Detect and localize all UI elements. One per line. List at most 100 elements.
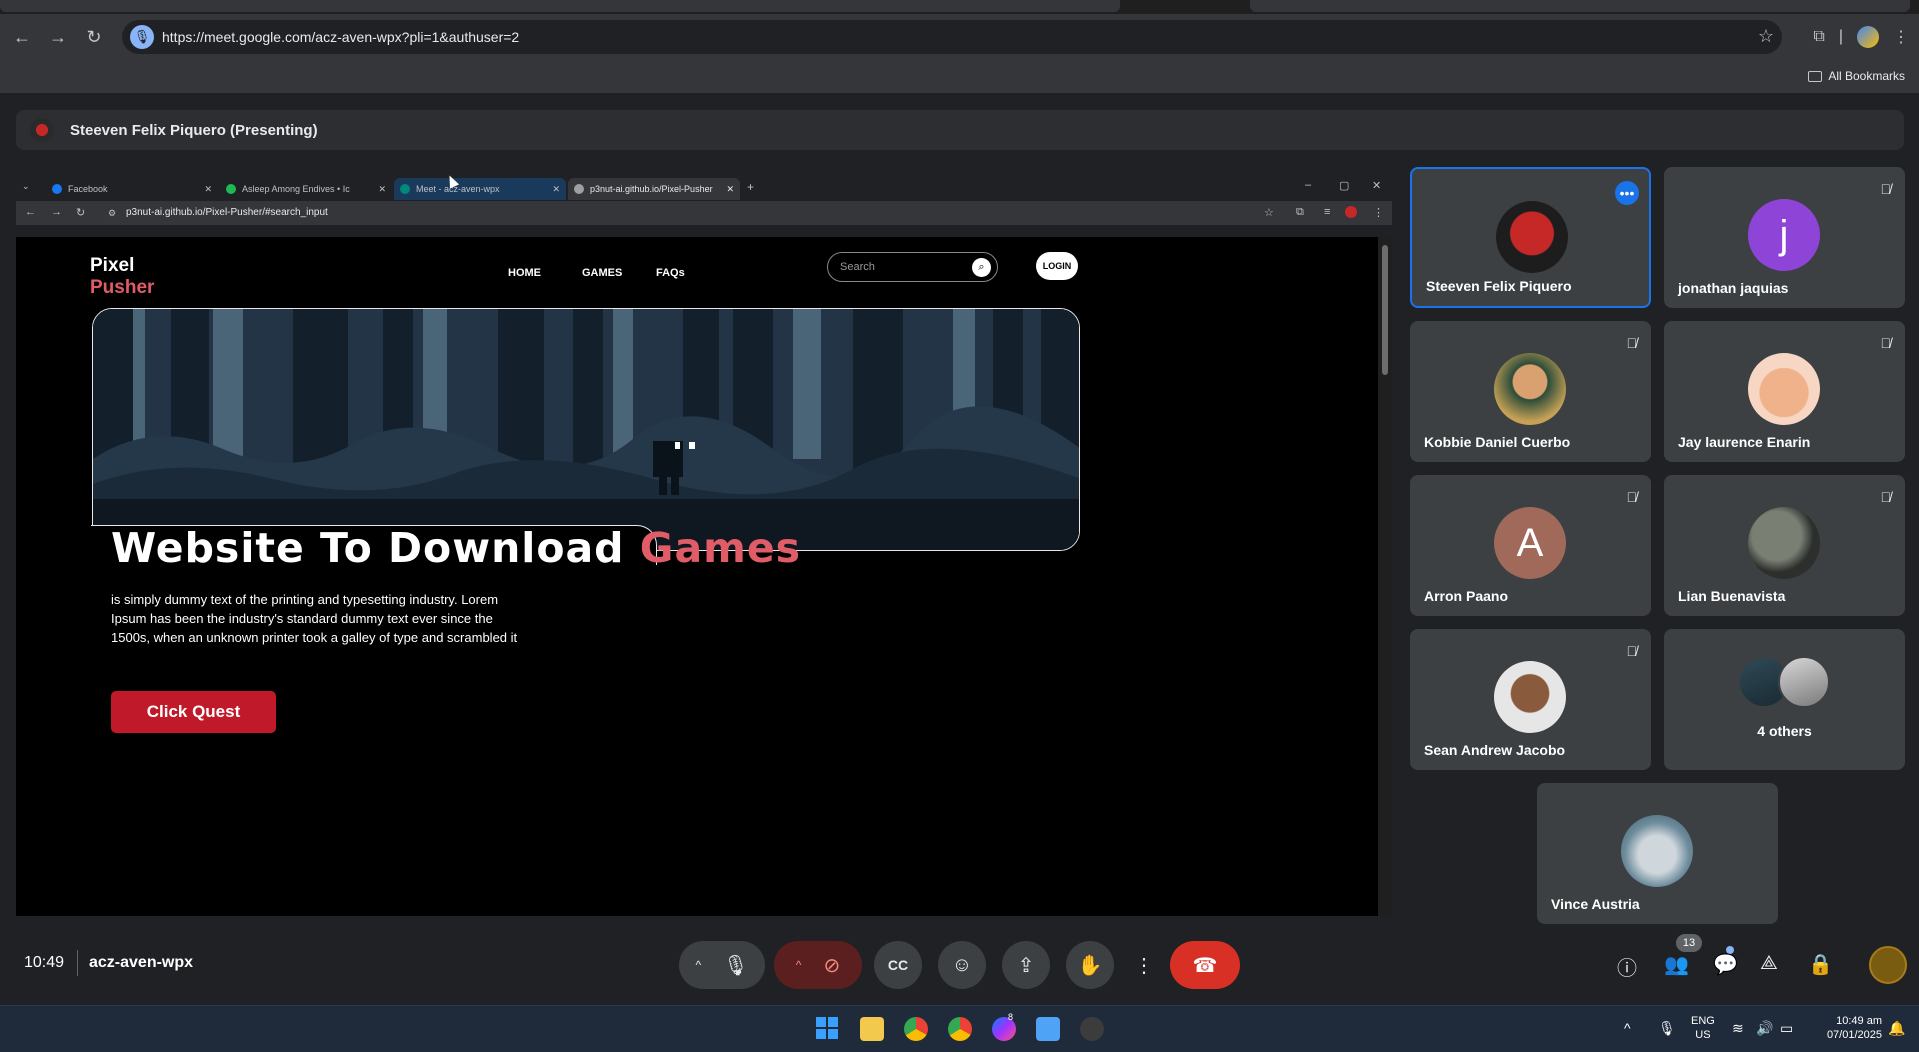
- self-avatar[interactable]: [1869, 946, 1907, 984]
- microphone-icon[interactable]: 🎙: [1658, 1020, 1676, 1037]
- captions-button[interactable]: CC: [874, 941, 922, 989]
- participant-tile-kobbie[interactable]: 🎙̸ Kobbie Daniel Cuerbo: [1410, 321, 1651, 462]
- chrome-profile-icon[interactable]: [948, 1017, 972, 1041]
- bookmark-star-icon[interactable]: ☆: [1758, 26, 1774, 47]
- host-controls-icon[interactable]: 🔒: [1808, 952, 1833, 977]
- emoji-button[interactable]: ☺: [938, 941, 986, 989]
- reload-icon[interactable]: ↻: [76, 19, 112, 55]
- profile-avatar: [1345, 206, 1357, 218]
- meet-icon: [400, 184, 410, 194]
- taskbar-date: 07/01/2025: [1826, 1029, 1882, 1041]
- camera-options-icon[interactable]: ^: [796, 958, 802, 972]
- close-icon: ✕: [204, 183, 212, 194]
- forest-scene: [93, 309, 1079, 550]
- forward-icon[interactable]: →: [40, 19, 76, 55]
- participant-tile-jay[interactable]: 🎙̸ Jay laurence Enarin: [1664, 321, 1905, 462]
- browser-tabstrip: [0, 0, 1919, 14]
- people-icon[interactable]: 👥: [1664, 952, 1689, 977]
- profile-avatar[interactable]: [1857, 26, 1879, 48]
- login-button: LOGIN: [1036, 252, 1078, 280]
- camera-off-icon[interactable]: ⊘: [823, 953, 840, 978]
- logo-line2: Pusher: [90, 277, 155, 298]
- mic-off-icon: 🎙̸: [1626, 335, 1638, 351]
- participant-name: Sean Andrew Jacobo: [1424, 742, 1566, 758]
- nav-faqs: FAQs: [656, 267, 685, 279]
- minimize-icon: –: [1305, 179, 1312, 191]
- site-info-icon: ⚙: [108, 208, 117, 218]
- participant-tile-jonathan[interactable]: j 🎙̸ jonathan jaquias: [1664, 167, 1905, 308]
- all-bookmarks-button[interactable]: All Bookmarks: [1808, 69, 1905, 83]
- mic-options-icon[interactable]: ^: [695, 958, 701, 972]
- participant-name: Kobbie Daniel Cuerbo: [1424, 434, 1571, 450]
- browser-menu-icon: ⋮: [1373, 207, 1384, 219]
- presenter-avatar: [30, 118, 54, 142]
- language-indicator[interactable]: ENG US: [1691, 1014, 1715, 1042]
- shared-tab-pixel-pusher: p3nut-ai.github.io/Pixel-Pusher ✕: [568, 178, 740, 200]
- participant-name: Lian Buenavista: [1678, 588, 1786, 604]
- microphone-icon[interactable]: 🎙: [130, 25, 154, 49]
- omnibox-url[interactable]: https://meet.google.com/acz-aven-wpx?pli…: [162, 29, 519, 45]
- show-hidden-icons-icon[interactable]: ^: [1624, 1020, 1631, 1036]
- others-avatars: [1738, 656, 1834, 708]
- shared-tab-meet: Meet - acz-aven-wpx ✕: [394, 178, 566, 200]
- shared-url: p3nut-ai.github.io/Pixel-Pusher/#search_…: [126, 207, 328, 218]
- avatar: [1778, 656, 1830, 708]
- participant-tile-arron[interactable]: A 🎙̸ Arron Paano: [1410, 475, 1651, 616]
- participant-name: Arron Paano: [1424, 588, 1509, 604]
- participant-tile-others[interactable]: 4 others: [1664, 629, 1905, 770]
- mic-off-icon: 🎙̸: [1626, 643, 1638, 659]
- avatar: [1621, 815, 1693, 887]
- chat-icon[interactable]: 💬: [1713, 952, 1738, 977]
- browser-tab-area-right[interactable]: [1250, 0, 1910, 12]
- present-screen-icon: ⇪: [1017, 954, 1035, 977]
- tab-search-icon: ⌄: [22, 181, 30, 191]
- present-button[interactable]: ⇪: [1002, 941, 1050, 989]
- extensions-icon: ⧉: [1296, 206, 1304, 218]
- more-options-button[interactable]: ⋮: [1130, 941, 1158, 989]
- notepad-icon[interactable]: [1036, 1017, 1060, 1041]
- shared-tab-facebook: Facebook ✕: [46, 178, 218, 200]
- avatar: j: [1748, 199, 1820, 271]
- participant-tile-sean[interactable]: 🎙̸ Sean Andrew Jacobo: [1410, 629, 1651, 770]
- bookmarks-bar: All Bookmarks: [0, 60, 1919, 94]
- shared-tab-spotify: Asleep Among Endives • Ic ✕: [220, 178, 392, 200]
- close-icon: ✕: [378, 183, 386, 194]
- leave-call-button[interactable]: ☎: [1170, 941, 1240, 989]
- separator-icon: |: [1838, 28, 1843, 45]
- notifications-icon[interactable]: 🔔: [1888, 1020, 1905, 1037]
- battery-icon[interactable]: ▭: [1780, 1020, 1793, 1037]
- raise-hand-button[interactable]: ✋: [1066, 941, 1114, 989]
- file-explorer-icon[interactable]: [860, 1017, 884, 1041]
- shared-scrollbar: [1378, 237, 1392, 916]
- wifi-icon[interactable]: ≋: [1732, 1020, 1744, 1037]
- participant-tile-steeven[interactable]: ••• Steeven Felix Piquero: [1410, 167, 1651, 308]
- all-bookmarks-label: All Bookmarks: [1828, 69, 1905, 83]
- avatar: A: [1494, 507, 1566, 579]
- browser-menu-icon[interactable]: ⋮: [1893, 27, 1909, 47]
- presenting-title: Steeven Felix Piquero (Presenting): [70, 121, 318, 139]
- address-bar-row: ← → ↻ 🎙 https://meet.google.com/acz-aven…: [0, 14, 1919, 60]
- avatar: [1494, 661, 1566, 733]
- browser-tab-area[interactable]: [0, 0, 1120, 12]
- avatar: [1494, 353, 1566, 425]
- back-icon[interactable]: ←: [4, 19, 40, 55]
- taskbar-clock[interactable]: 10:49 am 07/01/2025: [1816, 1014, 1882, 1042]
- pixel-pusher-site: Pixel Pusher HOME GAMES FAQs Search ⌕ LO…: [16, 237, 1378, 916]
- presenting-bar: Steeven Felix Piquero (Presenting): [16, 110, 1904, 150]
- meeting-info-icon[interactable]: ⓘ: [1617, 952, 1637, 981]
- omnibox[interactable]: 🎙 https://meet.google.com/acz-aven-wpx?p…: [122, 20, 1782, 54]
- shared-tab-label: Asleep Among Endives • Ic: [242, 184, 350, 194]
- windows-start-icon[interactable]: [816, 1017, 840, 1041]
- activities-icon[interactable]: ⟁: [1760, 952, 1778, 975]
- participant-tile-lian[interactable]: 🎙̸ Lian Buenavista: [1664, 475, 1905, 616]
- extensions-icon[interactable]: ⧉: [1813, 28, 1824, 46]
- obs-icon[interactable]: [1080, 1017, 1104, 1041]
- globe-icon: [574, 184, 584, 194]
- chrome-icon[interactable]: [904, 1017, 928, 1041]
- shared-tab-label: Meet - acz-aven-wpx: [416, 184, 500, 194]
- participant-tile-vince[interactable]: Vince Austria: [1537, 783, 1778, 924]
- search-icon: ⌕: [972, 258, 991, 277]
- more-options-icon[interactable]: •••: [1615, 181, 1639, 205]
- volume-icon[interactable]: 🔊: [1756, 1020, 1773, 1037]
- microphone-icon[interactable]: 🎙: [723, 953, 748, 978]
